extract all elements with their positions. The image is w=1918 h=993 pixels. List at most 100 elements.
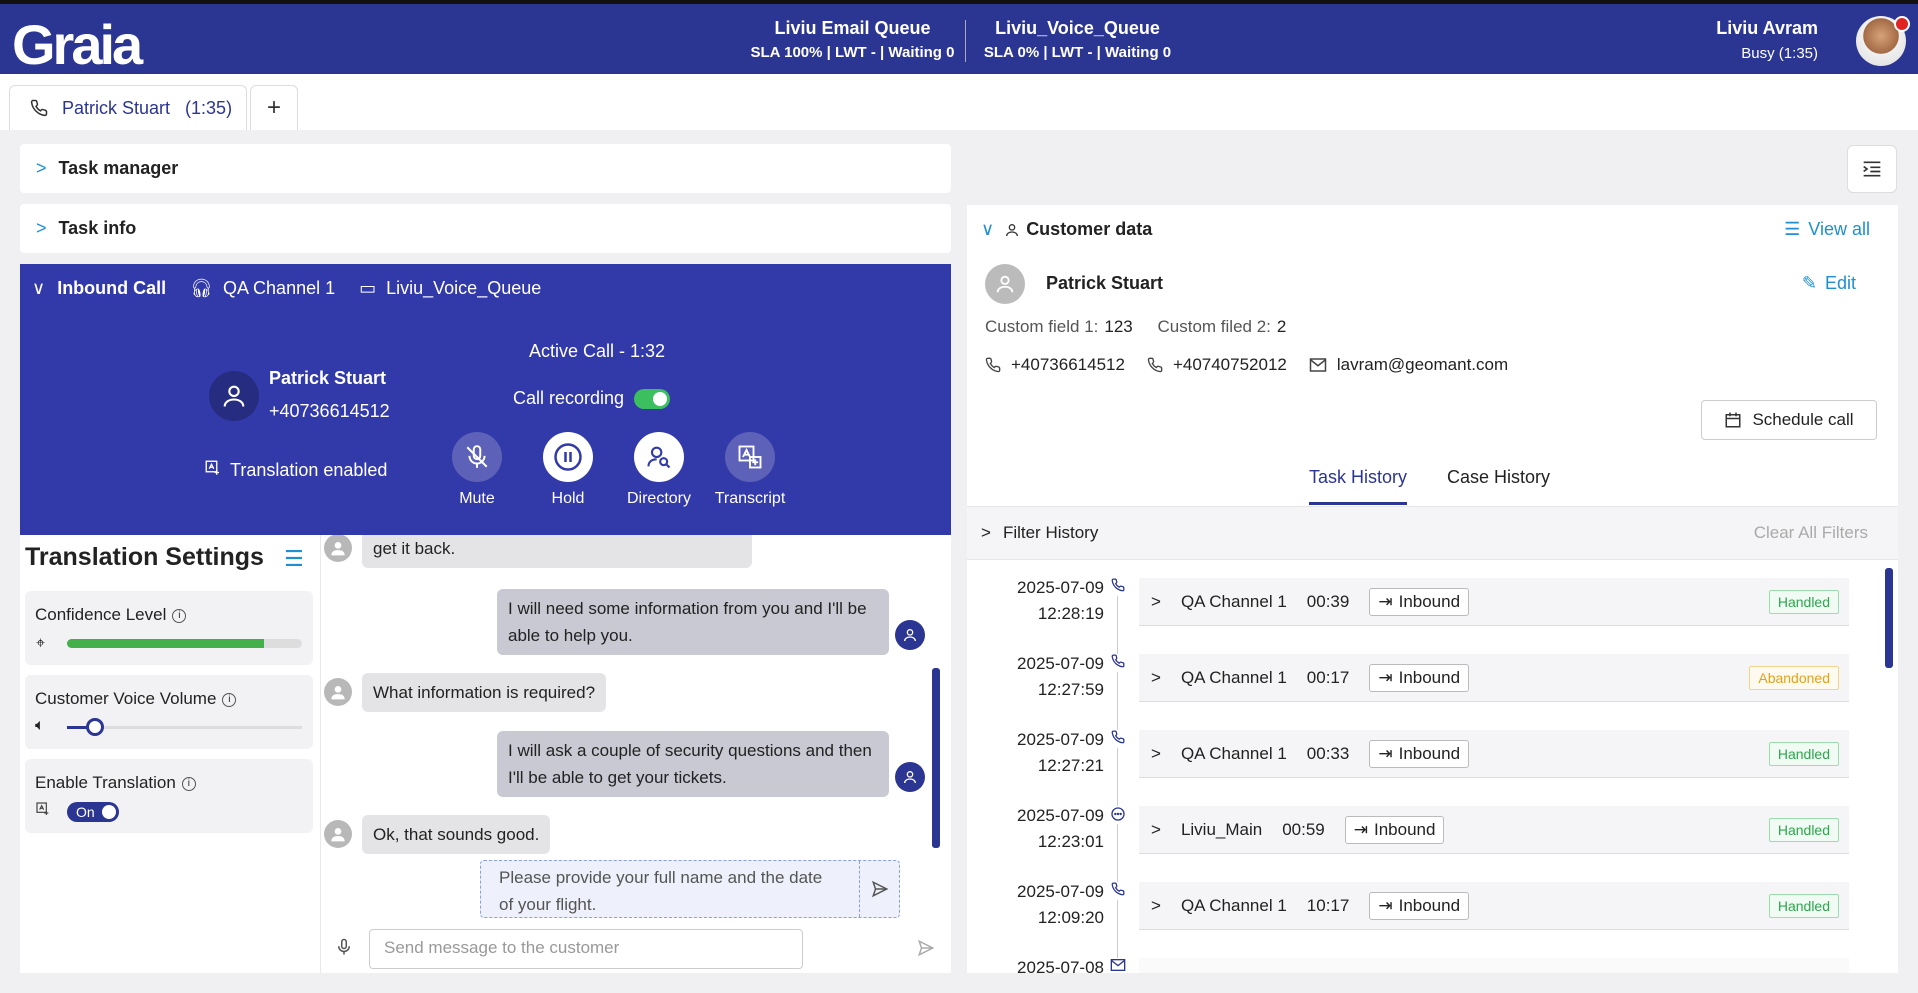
history-channel: QA Channel 1 — [1180, 667, 1287, 687]
pause-icon — [543, 432, 593, 482]
volume-slider-handle[interactable] — [86, 718, 105, 736]
chat-scrollbar[interactable] — [932, 668, 940, 848]
chevron-right-icon[interactable]: > — [1151, 668, 1161, 688]
directory-icon — [634, 432, 684, 482]
tab-case-history[interactable]: Case History — [1447, 467, 1550, 505]
queue-email: Liviu Email Queue SLA 100% | LWT - | Wai… — [750, 18, 955, 61]
user-status: Busy (1:35) — [1741, 45, 1818, 62]
history-item[interactable]: > QA Channel 1 00:33 ⇥ Inbound Handled — [1139, 730, 1849, 778]
phone-contact-2[interactable]: +40740752012 — [1147, 355, 1287, 375]
schedule-call-button[interactable]: Schedule call — [1701, 400, 1877, 440]
history-time: 12:09:20 — [1037, 908, 1104, 927]
send-icon[interactable] — [917, 939, 935, 962]
history-date: 2025-07-09 — [1017, 730, 1104, 749]
history-time: 12:27:59 — [1037, 680, 1104, 699]
phone-icon — [1109, 578, 1127, 596]
history-item[interactable]: > QA Channel 1 00:17 ⇥ Inbound Abandoned — [1139, 654, 1849, 702]
calendar-icon — [1725, 412, 1741, 428]
side-panel-toggle-button[interactable] — [1847, 145, 1897, 193]
customer-avatar — [324, 820, 352, 848]
user-avatar[interactable] — [1856, 16, 1910, 66]
hold-button[interactable]: Hold — [523, 432, 613, 508]
add-tab-button[interactable]: + — [250, 85, 298, 130]
suggested-message[interactable]: Please provide your full name and the da… — [480, 860, 900, 918]
email-contact[interactable]: lavram@geomant.com — [1309, 355, 1508, 375]
translate-icon — [35, 801, 51, 822]
list-icon: ☰ — [1784, 219, 1801, 239]
history-date: 2025-07-09 — [1017, 882, 1104, 901]
chevron-right-icon[interactable]: > — [1151, 592, 1161, 612]
edit-customer-button[interactable]: ✎ Edit — [1802, 273, 1856, 294]
task-tabs: Patrick Stuart (1:35) + — [0, 74, 1918, 130]
chevron-right-icon[interactable]: > — [1151, 820, 1161, 840]
contact-phone: +40736614512 — [269, 401, 390, 421]
mute-label: Mute — [459, 490, 495, 507]
enable-translation-toggle[interactable]: On — [67, 802, 119, 822]
history-item[interactable]: > Liviu_Main 00:59 ⇥ Inbound Handled — [1139, 806, 1849, 854]
info-icon[interactable]: i — [181, 776, 196, 791]
history-row: 2025-07-09 12:27:21 > QA Channel 1 00:33 ⇥ Inb… — [967, 712, 1898, 788]
task-manager-section[interactable]: > Task manager — [20, 144, 951, 193]
chat-message-input[interactable]: Send message to the customer — [369, 929, 803, 969]
volume-slider[interactable] — [67, 718, 302, 736]
custom-field-2-value: 2 — [1276, 317, 1287, 336]
tab-task-history[interactable]: Task History — [1309, 467, 1408, 505]
call-recording: Call recording — [513, 388, 671, 409]
user-name: Liviu Avram — [1716, 18, 1818, 38]
phone-contact-1[interactable]: +40736614512 — [985, 355, 1125, 375]
history-direction: ⇥ Inbound — [1369, 739, 1470, 768]
tab-patrick-stuart[interactable]: Patrick Stuart (1:35) — [9, 85, 247, 130]
call-panel: ∨ Inbound Call 🎧︎ QA Channel 1 ▭ Liviu_V… — [20, 264, 951, 535]
agent-avatar — [895, 762, 925, 792]
view-all-link[interactable]: ☰ View all — [1784, 219, 1870, 240]
history-date: 2025-07-09 — [1017, 578, 1104, 597]
edit-label: Edit — [1824, 273, 1856, 293]
history-tabs: Task History Case History — [1309, 467, 1550, 505]
history-date: 2025-07-09 — [1017, 806, 1104, 825]
history-channel: QA Channel 1 — [1180, 743, 1287, 763]
history-channel: QA Channel 1 — [1180, 895, 1287, 915]
history-date: 2025-07-09 — [1017, 654, 1104, 673]
customer-contacts: +40736614512 +40740752012 lavram@geomant… — [985, 355, 1508, 375]
hold-label: Hold — [551, 490, 585, 507]
history-item[interactable]: > QA Channel 1 00:39 ⇥ Inbound Handled — [1139, 578, 1849, 626]
task-info-section[interactable]: > Task info — [20, 204, 951, 253]
history-item[interactable] — [1139, 958, 1849, 973]
info-icon[interactable]: i — [222, 692, 237, 707]
contact-name: Patrick Stuart — [269, 368, 387, 388]
contact-avatar — [209, 371, 259, 421]
chat-message-customer: get it back. — [362, 535, 752, 568]
transcript-icon — [725, 432, 775, 482]
transcript-button[interactable]: Transcript — [705, 432, 795, 508]
clear-all-filters-button[interactable]: Clear All Filters — [1754, 523, 1868, 543]
filter-history-bar[interactable]: > Filter History Clear All Filters — [967, 506, 1898, 560]
recording-toggle[interactable] — [634, 388, 671, 409]
status-badge: Handled — [1768, 741, 1839, 766]
microphone-icon[interactable] — [335, 937, 353, 962]
customer-name: Patrick Stuart — [1046, 273, 1164, 293]
collapse-list-icon[interactable]: ☰ — [284, 547, 304, 572]
info-icon[interactable]: i — [172, 608, 187, 623]
call-header[interactable]: ∨ Inbound Call 🎧︎ QA Channel 1 ▭ Liviu_V… — [32, 278, 541, 299]
call-title: Inbound Call — [57, 278, 167, 298]
person-icon — [1004, 222, 1020, 238]
chevron-right-icon[interactable]: > — [1151, 896, 1161, 916]
user-info[interactable]: Liviu Avram Busy (1:35) — [1716, 18, 1818, 62]
chat-icon — [1109, 806, 1127, 824]
phone-icon — [985, 357, 1001, 373]
section-title: Task info — [58, 218, 137, 238]
customer-data-header[interactable]: ∨ Customer data — [981, 219, 1152, 240]
queue-name: Liviu_Voice_Queue — [995, 18, 1160, 38]
history-scrollbar[interactable] — [1885, 568, 1893, 668]
history-item[interactable]: > QA Channel 1 10:17 ⇥ Inbound Handled — [1139, 882, 1849, 930]
send-icon — [871, 880, 888, 898]
call-channel: QA Channel 1 — [223, 278, 336, 298]
headset-icon: 🎧︎ — [190, 278, 214, 298]
chevron-right-icon[interactable]: > — [1151, 744, 1161, 764]
translation-status: Translation enabled — [204, 459, 387, 482]
status-badge: Handled — [1768, 893, 1839, 918]
custom-field-2-label: Custom filed 2: — [1157, 317, 1271, 336]
send-suggestion-button[interactable] — [859, 861, 899, 917]
mute-button[interactable]: Mute — [432, 432, 522, 508]
directory-button[interactable]: Directory — [614, 432, 704, 508]
